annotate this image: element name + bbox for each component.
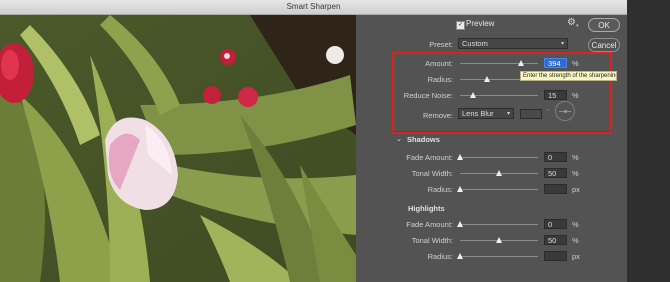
shadows-radius-track[interactable] <box>460 189 538 190</box>
shadows-tonal-width-thumb[interactable] <box>496 170 502 176</box>
reduce-noise-label: Reduce Noise: <box>403 91 453 100</box>
gear-dropdown-icon[interactable]: ▾ <box>576 23 579 29</box>
reduce-noise-unit: % <box>572 91 579 100</box>
amount-slider-thumb[interactable] <box>518 60 524 66</box>
tooltip: Enter the strength of the sharpening app… <box>520 71 617 81</box>
radius-label: Radius: <box>427 75 453 84</box>
window-title: Smart Sharpen <box>0 0 627 15</box>
preset-value: Custom <box>462 39 488 48</box>
angle-dial-icon[interactable] <box>555 101 575 121</box>
remove-select[interactable]: Lens Blur ▾ <box>458 108 514 119</box>
ok-button[interactable]: OK <box>588 18 620 32</box>
highlights-radius-label: Radius: <box>427 252 453 261</box>
shadows-fade-amount-thumb[interactable] <box>457 154 463 160</box>
gear-icon[interactable]: ⚙ <box>567 17 576 28</box>
shadows-radius-field[interactable] <box>544 184 567 194</box>
angle-unit: ° <box>546 107 549 116</box>
preset-select[interactable]: Custom ▾ <box>458 38 568 49</box>
highlights-radius-unit: px <box>572 252 580 261</box>
shadows-chevron-icon[interactable]: ⌄ <box>396 135 402 143</box>
shadows-tonal-width-label: Tonal Width: <box>411 169 453 178</box>
highlights-title[interactable]: Highlights <box>408 204 445 213</box>
image-preview[interactable] <box>0 15 356 282</box>
highlights-fade-amount-thumb[interactable] <box>457 221 463 227</box>
shadows-tonal-width-field[interactable]: 50 <box>544 168 567 178</box>
highlights-fade-amount-field[interactable]: 0 <box>544 219 567 229</box>
amount-unit: % <box>572 59 579 68</box>
shadows-fade-amount-field[interactable]: 0 <box>544 152 567 162</box>
preset-label: Preset: <box>429 40 453 49</box>
highlights-tonal-width-unit: % <box>572 236 579 245</box>
highlights-fade-amount-track[interactable] <box>460 224 538 225</box>
amount-label: Amount: <box>425 59 453 68</box>
angle-field[interactable] <box>520 109 542 119</box>
reduce-noise-slider-thumb[interactable] <box>470 92 476 98</box>
remove-value: Lens Blur <box>462 109 494 118</box>
shadows-radius-unit: px <box>572 185 580 194</box>
tulip-photo <box>0 15 356 282</box>
amount-slider-track[interactable] <box>460 63 538 64</box>
highlights-radius-field[interactable] <box>544 251 567 261</box>
smart-sharpen-dialog: Smart Sharpen ✓ Preview ⚙ ▾ OK Cancel Pr… <box>0 0 627 282</box>
shadows-tonal-width-unit: % <box>572 169 579 178</box>
background-window-edge <box>627 0 670 282</box>
chevron-down-icon: ▾ <box>560 41 564 47</box>
shadows-title[interactable]: Shadows <box>407 135 440 144</box>
highlights-radius-thumb[interactable] <box>457 253 463 259</box>
amount-field[interactable]: 394 <box>544 58 567 68</box>
preview-checkbox[interactable]: ✓ <box>456 21 465 30</box>
shadows-fade-amount-unit: % <box>572 153 579 162</box>
highlights-fade-amount-label: Fade Amount: <box>406 220 453 229</box>
shadows-radius-label: Radius: <box>427 185 453 194</box>
chevron-down-icon: ▾ <box>506 111 510 117</box>
reduce-noise-field[interactable]: 15 <box>544 90 567 100</box>
highlights-fade-amount-unit: % <box>572 220 579 229</box>
highlights-radius-track[interactable] <box>460 256 538 257</box>
shadows-radius-thumb[interactable] <box>457 186 463 192</box>
cancel-button[interactable]: Cancel <box>588 38 620 52</box>
radius-slider-track[interactable] <box>460 79 520 80</box>
divider <box>392 131 612 132</box>
highlights-tonal-width-thumb[interactable] <box>496 237 502 243</box>
preview-label[interactable]: Preview <box>466 19 494 28</box>
highlights-tonal-width-field[interactable]: 50 <box>544 235 567 245</box>
shadows-fade-amount-label: Fade Amount: <box>406 153 453 162</box>
shadows-fade-amount-track[interactable] <box>460 157 538 158</box>
highlights-tonal-width-label: Tonal Width: <box>411 236 453 245</box>
radius-slider-thumb[interactable] <box>484 76 490 82</box>
remove-label: Remove: <box>422 111 453 120</box>
